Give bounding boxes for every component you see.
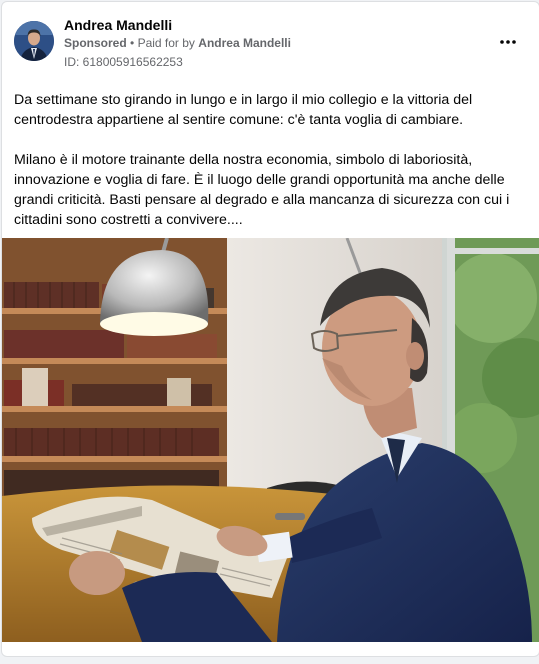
paid-for-name[interactable]: Andrea Mandelli bbox=[198, 36, 291, 50]
sponsored-label[interactable]: Sponsored bbox=[64, 36, 127, 50]
author-name[interactable]: Andrea Mandelli bbox=[64, 17, 172, 33]
post-paragraph-2: Milano è il motore trainante della nostr… bbox=[14, 152, 510, 228]
sponsored-post-card: Andrea Mandelli Sponsored • Paid for by … bbox=[1, 1, 539, 657]
more-options-button[interactable] bbox=[496, 30, 520, 54]
post-paragraph-1: Da settimane sto girando in lungo e in l… bbox=[14, 92, 473, 128]
paid-for-prefix: Paid for by bbox=[137, 36, 195, 50]
ad-id: ID: 618005916562253 bbox=[64, 55, 183, 69]
post-image[interactable] bbox=[2, 238, 539, 642]
post-body: Da settimane sto girando in lungo e in l… bbox=[14, 90, 519, 250]
post-meta: Sponsored • Paid for by Andrea Mandelli bbox=[64, 36, 291, 50]
author-avatar[interactable] bbox=[14, 21, 54, 61]
meta-separator: • bbox=[130, 36, 135, 50]
more-horizontal-icon bbox=[500, 40, 516, 44]
